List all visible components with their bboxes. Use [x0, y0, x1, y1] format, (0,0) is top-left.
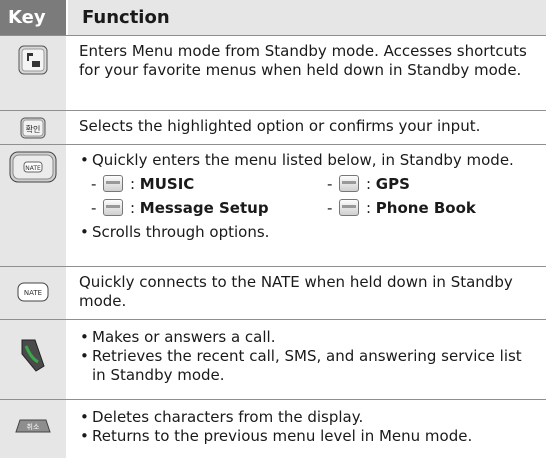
table-row: NATE Quickly enters the menu listed belo…: [0, 144, 546, 266]
bullet-item: Returns to the previous menu level in Me…: [79, 427, 538, 446]
bullet-item: Quickly enters the menu listed below, in…: [79, 151, 538, 170]
bullet-item: Scrolls through options.: [79, 223, 538, 242]
call-key-icon: [21, 339, 45, 372]
table-row: Makes or answers a call. Retrieves the r…: [0, 319, 546, 399]
key-column-header: Key: [0, 0, 66, 35]
bullet-item: Makes or answers a call.: [79, 328, 538, 347]
music-key-icon: [103, 175, 124, 192]
navigation-key-icon: NATE: [9, 151, 57, 183]
svg-text:확인: 확인: [26, 124, 41, 134]
function-text: Makes or answers a call. Retrieves the r…: [68, 320, 546, 399]
function-text: Quickly connects to the NATE when held d…: [79, 273, 513, 310]
table-header: Key Function: [0, 0, 546, 35]
shortcut-label: Phone Book: [375, 199, 476, 217]
svg-text:취소: 취소: [27, 423, 40, 431]
nate-key-icon: NATE: [17, 282, 49, 302]
confirm-key-icon: 확인: [20, 117, 46, 139]
shortcut-label: Message Setup: [139, 199, 269, 217]
shortcut-row: - : MUSIC - : GPS: [91, 175, 410, 193]
function-text: Selects the highlighted option or confir…: [79, 117, 481, 135]
cancel-key-icon: 취소: [15, 419, 51, 433]
shortcut-label: GPS: [375, 175, 410, 193]
table-row: 취소 Deletes characters from the display. …: [0, 399, 546, 458]
message-key-icon: [103, 199, 124, 216]
menu-key-icon: [18, 45, 48, 75]
bullet-item: Retrieves the recent call, SMS, and answ…: [79, 347, 538, 385]
function-column-header: Function: [68, 0, 546, 35]
bullet-item: Deletes characters from the display.: [79, 408, 538, 427]
shortcut-row: - : Message Setup - : Phone Book: [91, 199, 476, 217]
function-text: Deletes characters from the display. Ret…: [68, 400, 546, 458]
table-row: Enters Menu mode from Standby mode. Acce…: [0, 35, 546, 110]
table-row: 확인 Selects the highlighted option or con…: [0, 110, 546, 144]
key-function-table: Key Function Enters Menu mode from Stand…: [0, 0, 546, 458]
gps-key-icon: [339, 175, 360, 192]
function-text: Enters Menu mode from Standby mode. Acce…: [79, 42, 527, 79]
function-text: Quickly enters the menu listed below, in…: [68, 145, 546, 266]
svg-text:NATE: NATE: [25, 165, 41, 172]
phonebook-key-icon: [339, 199, 360, 216]
svg-text:NATE: NATE: [24, 289, 42, 297]
shortcut-label: MUSIC: [139, 175, 195, 193]
table-row: NATE Quickly connects to the NATE when h…: [0, 266, 546, 319]
